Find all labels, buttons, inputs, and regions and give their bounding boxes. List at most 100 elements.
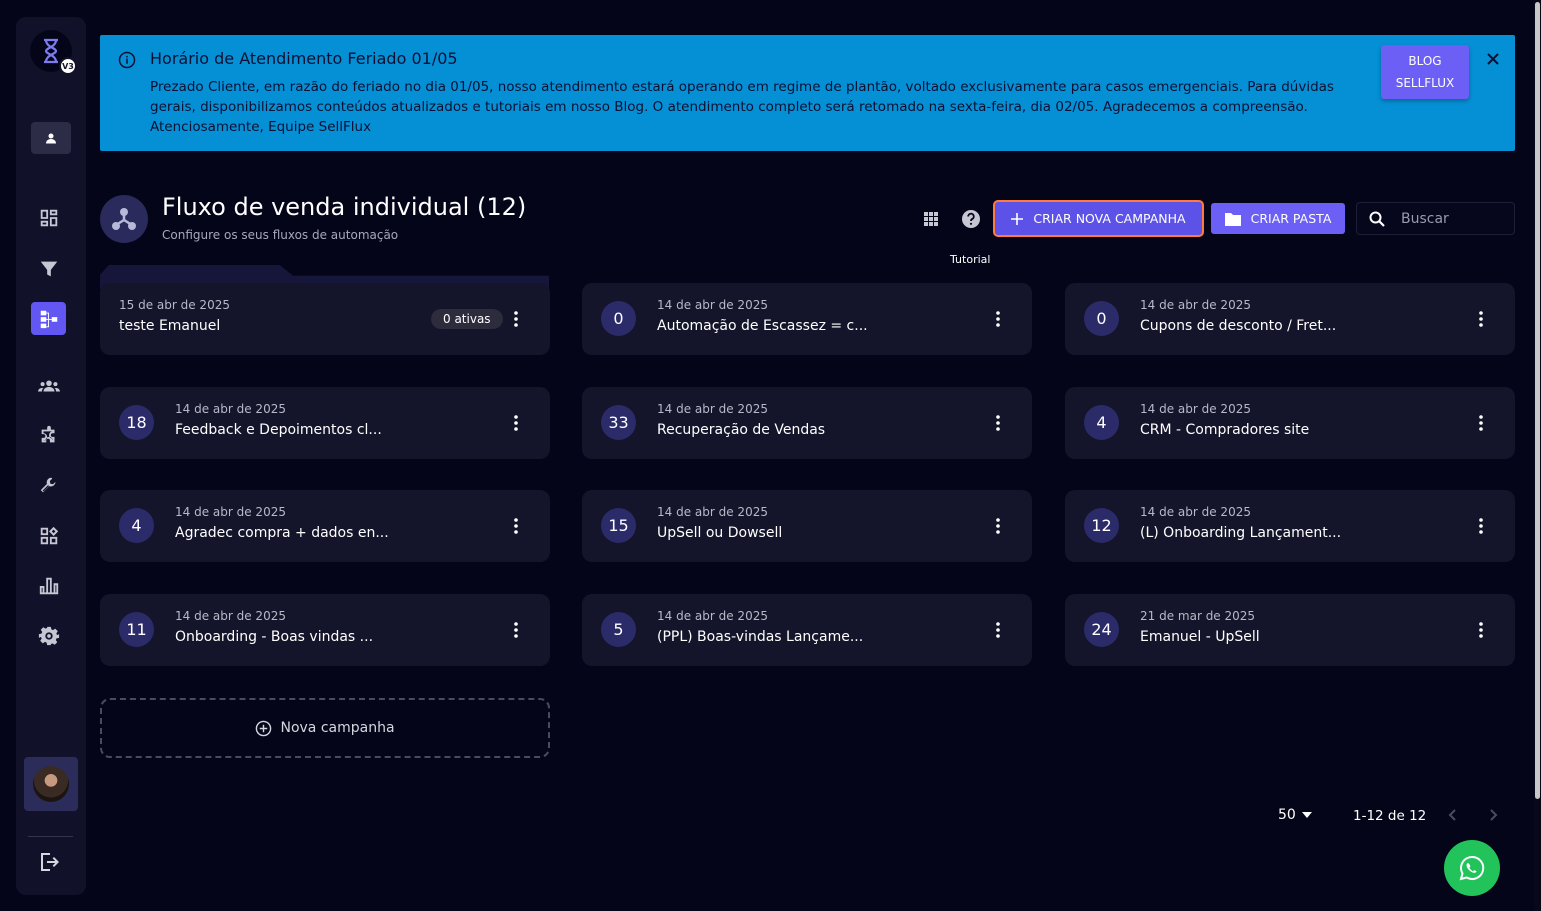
campaign-name: teste Emanuel	[119, 318, 221, 334]
campaign-card[interactable]: 0 14 de abr de 2025 Automação de Escasse…	[582, 283, 1032, 355]
sidebar-item-reports[interactable]	[31, 569, 66, 602]
whatsapp-icon	[1459, 855, 1485, 881]
create-campaign-label: CRIAR NOVA CAMPANHA	[1033, 211, 1186, 226]
chevron-right-icon[interactable]	[1485, 807, 1501, 823]
more-vert-icon[interactable]	[506, 516, 526, 536]
scrollbar[interactable]	[1534, 0, 1541, 911]
more-vert-icon[interactable]	[1471, 516, 1491, 536]
page-size-value: 50	[1278, 807, 1296, 823]
user-switch-button[interactable]	[31, 122, 71, 154]
more-vert-icon[interactable]	[988, 620, 1008, 640]
create-campaign-button[interactable]: CRIAR NOVA CAMPANHA	[993, 200, 1204, 237]
sidebar-item-integrations[interactable]	[31, 419, 66, 452]
blog-button-line2: SELLFLUX	[1395, 76, 1455, 90]
dashboard-icon	[40, 209, 57, 226]
sidebar-item-dashboard[interactable]	[31, 201, 66, 234]
sidebar-item-tools[interactable]	[31, 469, 66, 502]
page-title-text: Fluxo de venda individual	[162, 193, 470, 221]
whatsapp-button[interactable]	[1444, 840, 1500, 896]
more-vert-icon[interactable]	[1471, 620, 1491, 640]
blog-button-line1: BLOG	[1408, 54, 1442, 68]
campaign-card[interactable]: 15 14 de abr de 2025 UpSell ou Dowsell	[582, 490, 1032, 562]
flow-tree-icon	[112, 208, 136, 230]
more-vert-icon[interactable]	[506, 309, 526, 329]
sidebar-item-widgets[interactable]	[31, 519, 66, 552]
sidebar-item-contacts[interactable]	[31, 369, 66, 402]
campaign-date: 14 de abr de 2025	[657, 402, 768, 416]
logout-button[interactable]	[38, 850, 64, 876]
campaign-count: 5	[601, 612, 636, 647]
create-folder-button[interactable]: CRIAR PASTA	[1211, 203, 1345, 234]
campaign-date: 14 de abr de 2025	[657, 298, 768, 312]
blog-sellflux-button[interactable]: BLOG SELLFLUX	[1381, 45, 1469, 99]
sidebar-divider	[28, 836, 73, 837]
search-input[interactable]	[1401, 203, 1509, 234]
campaign-date: 14 de abr de 2025	[1140, 298, 1251, 312]
close-icon[interactable]	[1485, 51, 1501, 67]
campaign-card[interactable]: 24 21 de mar de 2025 Emanuel - UpSell	[1065, 594, 1515, 666]
active-count-badge: 0 ativas	[431, 309, 503, 329]
campaign-card[interactable]: 4 14 de abr de 2025 CRM - Compradores si…	[1065, 387, 1515, 459]
puzzle-icon	[41, 425, 54, 442]
campaign-date: 14 de abr de 2025	[175, 402, 286, 416]
campaign-name: Feedback e Depoimentos cl...	[175, 422, 382, 438]
campaign-date: 14 de abr de 2025	[1140, 505, 1251, 519]
campaign-card[interactable]: 0 14 de abr de 2025 Cupons de desconto /…	[1065, 283, 1515, 355]
campaign-date: 14 de abr de 2025	[1140, 402, 1251, 416]
scrollbar-thumb[interactable]	[1535, 2, 1540, 799]
campaign-date: 15 de abr de 2025	[119, 298, 230, 312]
sidebar-item-funnel[interactable]	[31, 252, 66, 285]
sidebar-item-settings[interactable]	[31, 619, 66, 652]
campaign-card[interactable]: 15 de abr de 2025 teste Emanuel 0 ativas	[100, 283, 550, 355]
campaign-name: Onboarding - Boas vindas ...	[175, 629, 374, 645]
sellflux-logo[interactable]: V3	[30, 30, 77, 75]
hourglass-icon	[44, 38, 58, 64]
more-vert-icon[interactable]	[506, 413, 526, 433]
campaign-name: (PPL) Boas-vindas Lançame...	[657, 629, 864, 645]
campaign-count: 18	[119, 405, 154, 440]
bar-chart-icon	[39, 577, 58, 594]
tutorial-tooltip: Tutorial	[942, 249, 999, 271]
campaign-count: 4	[1084, 405, 1119, 440]
plus-icon	[1011, 212, 1024, 225]
page-subtitle: Configure os seus fluxos de automação	[162, 228, 399, 242]
campaign-date: 14 de abr de 2025	[175, 609, 286, 623]
more-vert-icon[interactable]	[988, 309, 1008, 329]
banner-text: Prezado Cliente, em razão do feriado no …	[150, 79, 1334, 135]
campaign-name: CRM - Compradores site	[1140, 422, 1310, 438]
campaign-card[interactable]: 5 14 de abr de 2025 (PPL) Boas-vindas La…	[582, 594, 1032, 666]
caret-down-icon	[1301, 812, 1312, 818]
widgets-icon	[40, 526, 58, 544]
more-vert-icon[interactable]	[1471, 413, 1491, 433]
more-vert-icon[interactable]	[988, 516, 1008, 536]
more-vert-icon[interactable]	[506, 620, 526, 640]
campaign-count: 11	[119, 612, 154, 647]
campaign-count: 15	[601, 508, 636, 543]
new-campaign-button[interactable]: Nova campanha	[100, 698, 550, 758]
campaign-card[interactable]: 11 14 de abr de 2025 Onboarding - Boas v…	[100, 594, 550, 666]
more-vert-icon[interactable]	[988, 413, 1008, 433]
campaign-date: 14 de abr de 2025	[175, 505, 286, 519]
info-icon	[118, 51, 136, 69]
campaign-card[interactable]: 12 14 de abr de 2025 (L) Onboarding Lanç…	[1065, 490, 1515, 562]
campaign-card[interactable]: 18 14 de abr de 2025 Feedback e Depoimen…	[100, 387, 550, 459]
create-folder-label: CRIAR PASTA	[1250, 211, 1332, 226]
person-icon	[46, 133, 56, 144]
campaign-card[interactable]: 4 14 de abr de 2025 Agradec compra + dad…	[100, 490, 550, 562]
chevron-left-icon[interactable]	[1445, 807, 1461, 823]
campaign-card[interactable]: 33 14 de abr de 2025 Recuperação de Vend…	[582, 387, 1032, 459]
filter-icon	[40, 261, 57, 276]
grid-view-icon[interactable]	[920, 208, 942, 230]
more-vert-icon[interactable]	[1471, 309, 1491, 329]
campaign-name: Recuperação de Vendas	[657, 422, 826, 438]
user-avatar-button[interactable]	[24, 757, 78, 811]
help-icon[interactable]	[960, 208, 982, 230]
sidebar-item-flows[interactable]	[31, 302, 66, 335]
pagination-range: 1-12 de 12	[1353, 808, 1427, 824]
campaign-name: Automação de Escassez = c...	[657, 318, 868, 334]
avatar	[33, 766, 69, 802]
campaign-count: 0	[1084, 301, 1119, 336]
page-size-select[interactable]: 50	[1278, 807, 1312, 823]
campaign-date: 14 de abr de 2025	[657, 609, 768, 623]
wrench-icon	[40, 477, 55, 492]
